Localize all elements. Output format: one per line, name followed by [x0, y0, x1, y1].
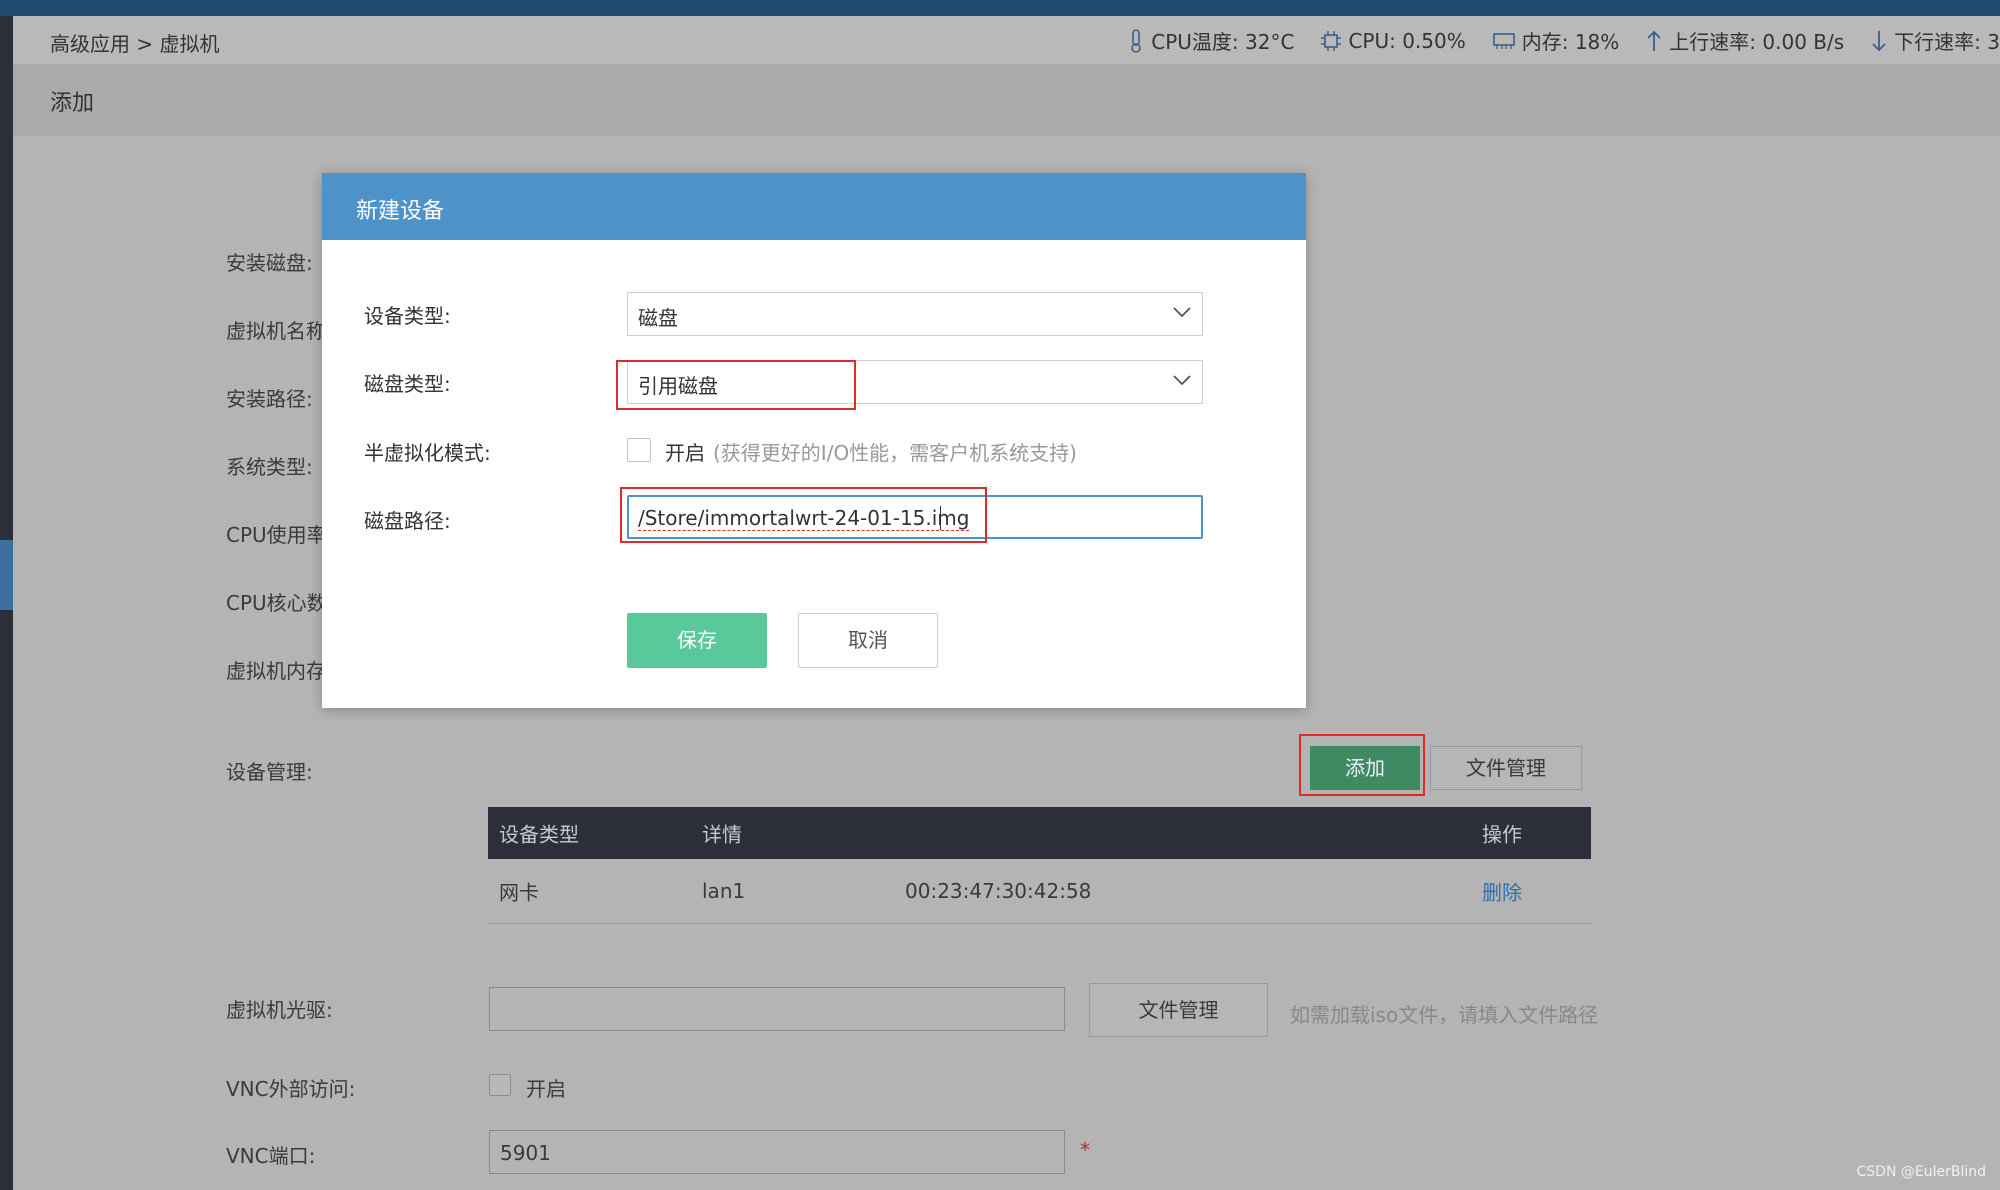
breadcrumb[interactable]: 高级应用 > 虚拟机 — [50, 28, 219, 57]
table-row: 网卡 lan1 00:23:47:30:42:58 删除 — [488, 859, 1591, 924]
install-disk-label: 安装磁盘: — [226, 251, 313, 275]
cpu-temp-stat: CPU温度: 32°C — [1127, 26, 1294, 55]
device-type-select[interactable]: 磁盘 — [627, 292, 1203, 336]
thermometer-icon — [1131, 28, 1142, 53]
disk-path-highlight — [620, 487, 987, 543]
vm-name-label: 虚拟机名称 — [226, 319, 326, 343]
row-mac: 00:23:47:30:42:58 — [905, 879, 1092, 903]
memory-icon — [1492, 32, 1515, 49]
system-type-label: 系统类型: — [226, 455, 313, 479]
vnc-port-label: VNC端口: — [226, 1144, 316, 1168]
vnc-port-value: 5901 — [500, 1141, 551, 1165]
sidebar-active-indicator — [0, 540, 13, 610]
header-device-type: 设备类型 — [499, 822, 579, 847]
vm-memory-label: 虚拟机内存 — [226, 659, 326, 683]
delete-link[interactable]: 删除 — [1482, 877, 1522, 906]
arrow-down-icon — [1872, 30, 1886, 51]
save-button[interactable]: 保存 — [627, 613, 767, 668]
watermark: CSDN @EulerBlind — [1856, 1164, 1987, 1180]
device-type-value: 磁盘 — [638, 306, 678, 330]
install-path-label: 安装路径: — [226, 387, 313, 411]
disk-path-label: 磁盘路径: — [364, 509, 451, 533]
disk-type-highlight — [616, 360, 856, 410]
page-title: 添加 — [50, 91, 95, 116]
upload-stat: 上行速率: 0.00 B/s — [1645, 26, 1844, 55]
page-header: 添加 — [13, 64, 2000, 136]
cdrom-file-manage-button[interactable]: 文件管理 — [1089, 983, 1268, 1037]
download-text: 下行速率: 3 — [1894, 30, 2000, 54]
vm-cdrom-label: 虚拟机光驱: — [226, 998, 333, 1022]
status-bar: 高级应用 > 虚拟机 CPU温度: 32°C CPU: 0.50% 内存: 18… — [13, 16, 2000, 64]
table-header: 设备类型 详情 操作 — [488, 807, 1591, 859]
required-mark: * — [1080, 1138, 1090, 1162]
cpu-temp-text: CPU温度: 32°C — [1151, 30, 1295, 54]
paravirt-toggle-label: 开启 — [665, 441, 705, 465]
vnc-external-checkbox[interactable] — [489, 1074, 511, 1096]
cdrom-hint: 如需加载iso文件，请填入文件路径 — [1290, 1003, 1599, 1027]
download-stat: 下行速率: 3 — [1870, 26, 2000, 55]
system-stats: CPU温度: 32°C CPU: 0.50% 内存: 18% 上行速率: 0.0… — [1127, 26, 2000, 55]
cpu-text: CPU: 0.50% — [1348, 28, 1466, 53]
top-strip — [0, 0, 2000, 16]
device-type-label: 设备类型: — [364, 304, 451, 328]
file-manage-button[interactable]: 文件管理 — [1430, 746, 1582, 790]
vnc-external-label: VNC外部访问: — [226, 1077, 356, 1101]
paravirt-hint: (获得更好的I/O性能，需客户机系统支持) — [713, 441, 1077, 465]
add-button-highlight — [1299, 734, 1425, 796]
memory-text: 内存: 18% — [1521, 30, 1620, 54]
dialog-header: 新建设备 — [322, 173, 1306, 240]
cpu-usage-label: CPU使用率 — [226, 523, 327, 547]
cancel-button[interactable]: 取消 — [798, 613, 938, 668]
vnc-port-input[interactable]: 5901 — [489, 1130, 1065, 1174]
paravirt-checkbox[interactable] — [627, 438, 651, 462]
cdrom-input[interactable] — [489, 987, 1065, 1031]
device-mgmt-label: 设备管理: — [226, 760, 313, 784]
chevron-down-icon — [1173, 375, 1191, 386]
arrow-up-icon — [1647, 30, 1661, 51]
disk-type-label: 磁盘类型: — [364, 372, 451, 396]
row-device-type: 网卡 — [499, 880, 539, 905]
row-detail: lan1 — [702, 879, 746, 903]
paravirt-mode-label: 半虚拟化模式: — [364, 441, 491, 465]
device-table: 设备类型 详情 操作 网卡 lan1 00:23:47:30:42:58 删除 — [488, 807, 1591, 924]
cpu-stat: CPU: 0.50% — [1320, 26, 1466, 55]
upload-text: 上行速率: 0.00 B/s — [1669, 30, 1845, 54]
memory-stat: 内存: 18% — [1492, 26, 1620, 55]
new-device-dialog: 新建设备 设备类型: 磁盘 磁盘类型: 引用磁盘 半虚拟化模式: 开启 (获得更… — [322, 173, 1306, 708]
cpu-cores-label: CPU核心数 — [226, 591, 327, 615]
chevron-down-icon — [1173, 307, 1191, 318]
header-action: 操作 — [1482, 822, 1522, 847]
dialog-title: 新建设备 — [356, 199, 445, 224]
header-detail: 详情 — [702, 822, 742, 847]
vnc-external-toggle-label: 开启 — [526, 1077, 566, 1101]
chip-icon — [1321, 30, 1342, 51]
